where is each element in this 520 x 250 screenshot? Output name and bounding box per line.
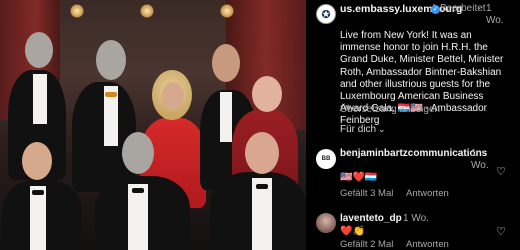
bow-tie	[32, 190, 44, 195]
bow-tie	[105, 92, 117, 97]
comment-time[interactable]: 1 Wo.	[471, 148, 491, 172]
comment-meta: Gefällt 2 Mal Antworten	[340, 239, 449, 250]
commenter-avatar[interactable]: BB	[316, 149, 336, 169]
comment-username[interactable]: benjaminbartzcommunications	[340, 148, 487, 160]
translate-link[interactable]: Übersetzung anzeigen	[340, 104, 440, 115]
bow-tie	[132, 188, 144, 193]
likes-count[interactable]: 3 Mal	[370, 188, 393, 199]
separator-dot: ·	[478, 3, 482, 14]
chandelier-light	[140, 4, 154, 18]
post-time[interactable]: 1 Wo.	[486, 3, 506, 27]
likes-prefix: Gefällt	[340, 188, 368, 199]
likes-prefix: Gefällt	[340, 239, 368, 250]
comment-username[interactable]: laventeto_dp	[340, 213, 402, 224]
heart-outline-icon[interactable]: ♡	[496, 165, 506, 178]
guest-shirt	[33, 74, 47, 124]
comment-meta: Gefällt 3 Mal Antworten	[340, 188, 449, 199]
verified-badge-icon: ✓	[431, 5, 440, 14]
reply-button[interactable]: Antworten	[406, 188, 449, 199]
guest-head	[22, 142, 52, 180]
for-you-dropdown[interactable]: Für dich	[340, 124, 376, 135]
comment-text: ❤️👏	[340, 226, 365, 237]
chandelier-light	[70, 4, 84, 18]
heart-outline-icon[interactable]: ♡	[496, 225, 506, 238]
embassy-seal-icon[interactable]: ✪	[316, 4, 336, 24]
guest-head	[245, 132, 279, 174]
guest-head	[212, 44, 240, 82]
likes-count[interactable]: 2 Mal	[370, 239, 393, 250]
guest-head	[122, 132, 154, 174]
guest-shirt	[128, 184, 148, 250]
bow-tie	[256, 184, 268, 189]
guest-face	[162, 82, 184, 110]
guest-head	[96, 40, 126, 80]
guest-head	[252, 76, 282, 112]
reply-button[interactable]: Antworten	[406, 239, 449, 250]
guest-shirt	[220, 92, 232, 142]
commenter-avatar[interactable]	[316, 213, 336, 233]
account-name-link[interactable]: us.embassy.luxembourg	[340, 3, 462, 15]
chevron-down-icon[interactable]: ⌄	[378, 124, 386, 135]
guest-shirt	[30, 186, 46, 250]
comment-time[interactable]: 1 Wo.	[403, 213, 429, 224]
post-photo[interactable]	[0, 0, 306, 250]
guest-head	[25, 32, 53, 68]
comment-text: 🇺🇸❤️🇱🇺	[340, 172, 378, 183]
chandelier-light	[220, 4, 234, 18]
